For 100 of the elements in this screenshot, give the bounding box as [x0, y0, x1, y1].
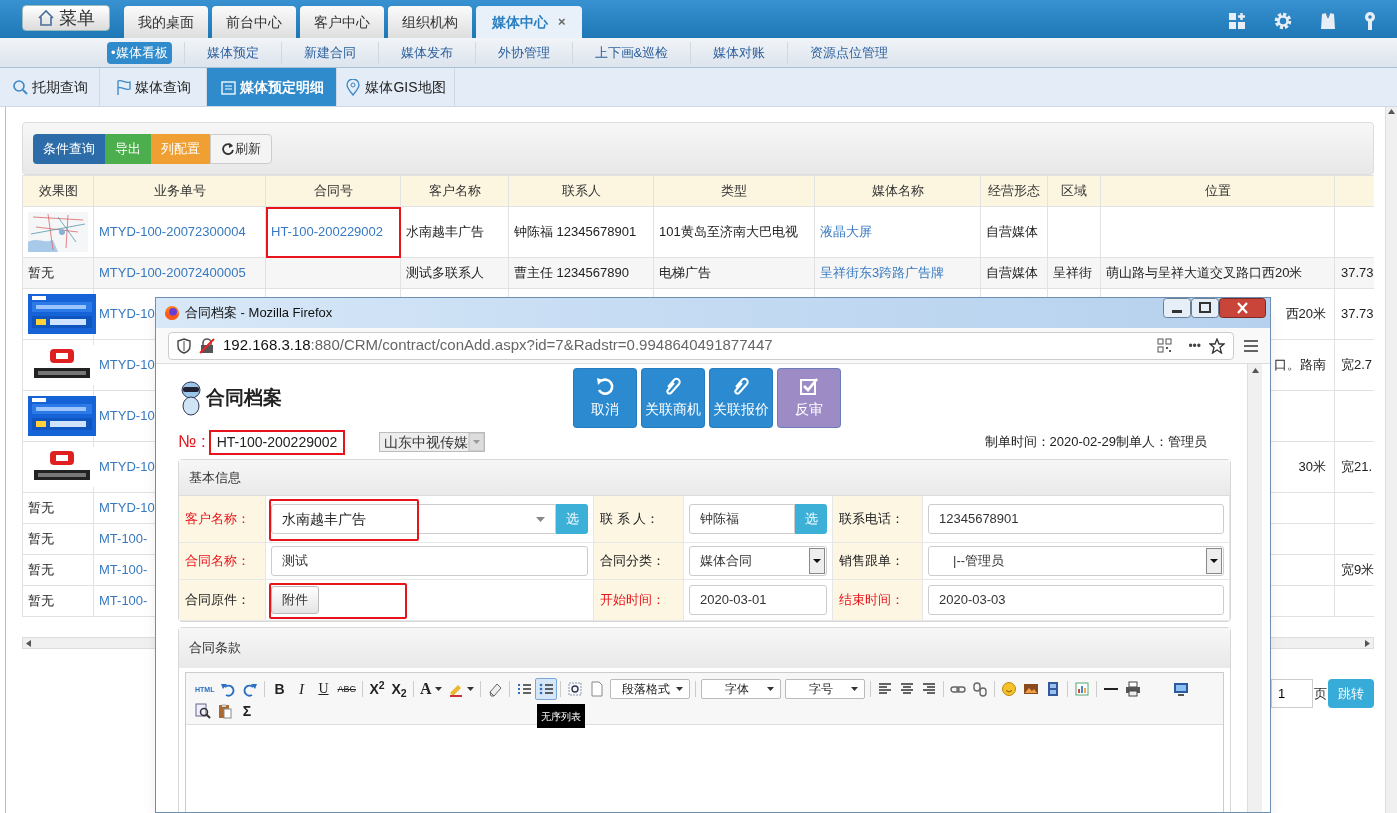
scroll-right-icon: [1365, 639, 1370, 647]
table-cell: 宽2.7: [1341, 357, 1373, 373]
editor-tool-button[interactable]: Σ: [236, 700, 258, 722]
nav-item[interactable]: 上下画&巡检: [571, 41, 691, 64]
editor-tool-button[interactable]: ABC: [334, 678, 359, 700]
checkbox-icon: [799, 376, 819, 397]
top-tab[interactable]: 组织机构: [388, 6, 472, 38]
grid-plus-icon[interactable]: [1227, 11, 1247, 31]
field-label: 销售跟单：: [839, 552, 904, 571]
input-field[interactable]: 测试: [271, 546, 588, 576]
table-link[interactable]: MT-100-: [99, 593, 148, 609]
numbered-list-icon: [515, 681, 532, 697]
action-button[interactable]: 关联商机: [641, 368, 705, 428]
format-dropdown[interactable]: 字号: [784, 679, 865, 699]
nav-item[interactable]: 新建合同: [280, 41, 378, 64]
action-button[interactable]: 取消: [573, 368, 637, 428]
page-tab[interactable]: 媒体预定明细: [207, 68, 337, 106]
qr-code-icon[interactable]: [1157, 338, 1173, 353]
top-tab[interactable]: 客户中心: [300, 6, 384, 38]
redo-icon: [242, 681, 259, 697]
table-link[interactable]: MTYD-10: [99, 500, 155, 516]
page-tab[interactable]: 媒体GIS地图: [337, 68, 455, 106]
editor-tool-button[interactable]: [534, 678, 557, 700]
table-link[interactable]: MT-100-: [99, 531, 148, 547]
bullet-list-icon: [537, 681, 554, 697]
page-input[interactable]: 1: [1271, 679, 1313, 708]
nav-item[interactable]: 资源点位管理: [787, 41, 911, 64]
column-header: 联系人: [508, 175, 654, 207]
toolbar-button[interactable]: 刷新: [210, 133, 272, 164]
close-icon[interactable]: [1219, 298, 1266, 318]
column-header: 经营形态: [980, 175, 1048, 207]
editor-tool-button[interactable]: A: [416, 678, 445, 700]
select-field[interactable]: 媒体合同: [689, 546, 827, 576]
format-dropdown[interactable]: 字体: [700, 679, 781, 699]
page-tab[interactable]: 托期查询: [0, 68, 100, 106]
action-button[interactable]: 关联报价: [709, 368, 773, 428]
input-field[interactable]: 钟陈福: [689, 504, 795, 534]
paperclip-icon: [731, 376, 751, 397]
table-link[interactable]: MTYD-10: [99, 306, 155, 322]
editor-tool-button[interactable]: X$^{2}$: [365, 678, 388, 700]
editor-tool-button[interactable]: U: [312, 678, 335, 700]
panel-title: 合同条款: [179, 628, 1230, 668]
top-tab[interactable]: 我的桌面: [124, 6, 208, 38]
page-label: 页: [1314, 684, 1327, 703]
table-cell: 呈祥街: [1053, 265, 1092, 281]
attachment-button[interactable]: 附件: [271, 586, 319, 614]
action-button[interactable]: 反审: [777, 368, 841, 428]
align-right-icon: [920, 681, 937, 697]
table-link[interactable]: MT-100-: [99, 562, 148, 578]
table-cell: 宽21.: [1341, 459, 1373, 475]
editor-tool-button[interactable]: I: [290, 678, 313, 700]
nav-item[interactable]: •媒体看板: [107, 41, 172, 64]
column-header: 业务单号: [93, 175, 266, 207]
table-link[interactable]: MTYD-10: [99, 357, 155, 373]
input-field[interactable]: 水南越丰广告: [271, 504, 556, 534]
gear-icon[interactable]: [1273, 11, 1293, 31]
editor-tool-button[interactable]: B: [268, 678, 291, 700]
nav-item[interactable]: 媒体预定: [183, 41, 281, 64]
close-icon[interactable]: ×: [558, 12, 566, 32]
vertical-scrollbar[interactable]: [1385, 107, 1397, 813]
table-link[interactable]: 液晶大屏: [820, 224, 872, 240]
editor-tool-button[interactable]: X$_{2}$: [387, 678, 410, 700]
select-field[interactable]: |--管理员: [928, 546, 1224, 576]
monitor-icon: [1172, 681, 1189, 697]
contract-number: HT-100-200229002: [208, 429, 346, 455]
shirt-icon[interactable]: [1318, 11, 1338, 31]
toolbar-button[interactable]: 条件查询: [33, 133, 105, 164]
field-label: 联 系 人：: [600, 510, 660, 529]
minimize-icon[interactable]: [1163, 298, 1191, 318]
input-field[interactable]: 12345678901: [928, 504, 1224, 534]
clipboard-icon: [217, 703, 233, 719]
menu-icon[interactable]: [1244, 339, 1258, 352]
horizontal-rule-icon: [1102, 688, 1119, 690]
mascot-icon: [178, 380, 204, 416]
input-field[interactable]: 2020-03-03: [928, 585, 1224, 615]
table-link[interactable]: MTYD-10: [99, 459, 155, 475]
nav-item[interactable]: 媒体发布: [377, 41, 475, 64]
column-header: 效果图: [22, 175, 94, 207]
search-icon: [11, 78, 29, 96]
table-cell: 37.73: [1341, 306, 1374, 322]
company-select[interactable]: 山东中视传媒: [379, 432, 486, 452]
table-link[interactable]: MTYD-10: [99, 408, 155, 424]
dropdown-arrow-icon: [468, 433, 485, 451]
top-tab[interactable]: 前台中心: [212, 6, 296, 38]
table-cell: 101黄岛至济南大巴电视: [659, 224, 798, 240]
nav-item[interactable]: 媒体对账: [690, 41, 788, 64]
column-header: 类型: [653, 175, 815, 207]
url-text: 192.168.3.18:880/CRM/contract/conAdd.aspx?id=7&Radstr=0.9948640491877447: [223, 335, 773, 356]
menu-button[interactable]: 菜单: [22, 5, 110, 31]
nav-item[interactable]: 外协管理: [474, 41, 572, 64]
more-button[interactable]: •••: [1188, 336, 1201, 355]
vertical-scrollbar[interactable]: [1247, 364, 1262, 812]
smiley-icon: [1000, 681, 1017, 697]
maximize-icon[interactable]: [1191, 298, 1219, 318]
map-pin-icon: [345, 78, 363, 96]
star-icon[interactable]: [1209, 337, 1225, 354]
top-tab[interactable]: 媒体中心 ×: [476, 6, 582, 38]
format-dropdown[interactable]: 段落格式: [609, 679, 690, 699]
input-field[interactable]: 2020-03-01: [689, 585, 827, 615]
address-bar[interactable]: 192.168.3.18:880/CRM/contract/conAdd.aspx?id=7&Radstr=0.9948640491877447 •••: [168, 331, 1234, 360]
